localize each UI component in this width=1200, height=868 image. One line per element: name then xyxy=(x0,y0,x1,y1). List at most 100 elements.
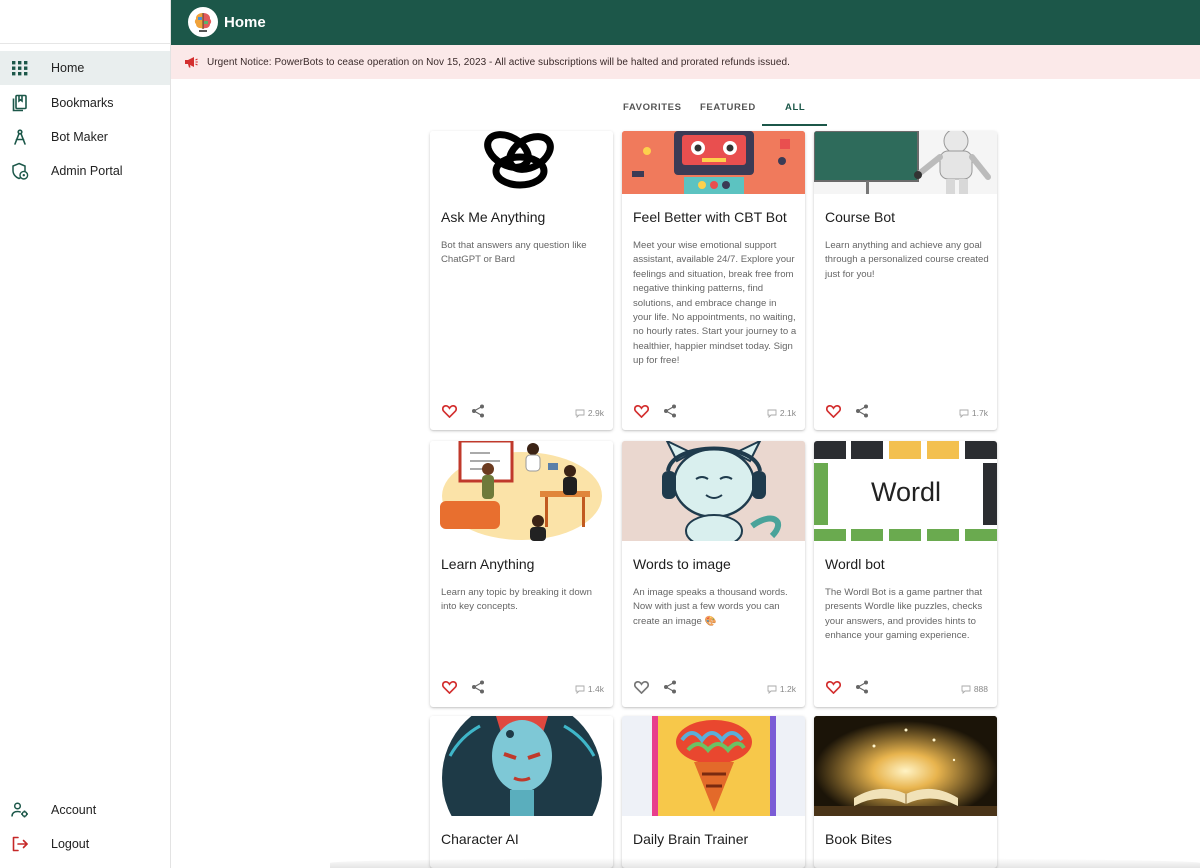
heart-filled-icon[interactable] xyxy=(442,680,457,694)
card-image xyxy=(622,131,805,194)
admin-icon xyxy=(12,162,29,180)
card-image xyxy=(430,441,613,541)
heart-filled-icon[interactable] xyxy=(442,404,457,418)
sidebar-item-logout[interactable]: Logout xyxy=(0,827,170,861)
tab-bar: FAVORITES FEATURED ALL xyxy=(0,96,1200,126)
card-description: An image speaks a thousand words. Now wi… xyxy=(633,587,788,627)
chat-count-value: 888 xyxy=(973,684,988,694)
people-learning-image xyxy=(430,441,613,541)
card-image: Wordl xyxy=(814,441,997,541)
chat-count-value: 1.2k xyxy=(779,684,796,694)
bot-card-words-to-image[interactable]: Words to image An image speaks a thousan… xyxy=(622,441,805,707)
share-icon[interactable] xyxy=(471,680,485,694)
share-icon[interactable] xyxy=(663,404,677,418)
card-title: Ask Me Anything xyxy=(441,209,546,225)
chat-bubble-icon xyxy=(767,685,777,694)
sidebar-item-label: Logout xyxy=(51,837,90,851)
chat-count: 1.4k xyxy=(575,684,604,694)
sidebar: Home Bookmarks Bot Maker Admin Portal Ac… xyxy=(0,0,171,868)
tab-featured[interactable]: FEATURED xyxy=(700,102,756,113)
glowing-book-image xyxy=(814,716,997,816)
share-icon[interactable] xyxy=(855,404,869,418)
card-image xyxy=(430,131,613,194)
card-description: Learn any topic by breaking it down into… xyxy=(441,587,592,613)
bot-card-book-bites[interactable]: Book Bites xyxy=(814,716,997,868)
wordl-tiles-image: Wordl xyxy=(814,441,997,541)
heart-filled-icon[interactable] xyxy=(634,404,649,418)
chat-bubble-icon xyxy=(767,409,777,418)
card-title: Character AI xyxy=(441,831,519,847)
chat-bubble-icon xyxy=(575,685,585,694)
robot-illustration-image xyxy=(622,131,805,194)
chat-count: 1.2k xyxy=(767,684,796,694)
card-description: The Wordl Bot is a game partner that pre… xyxy=(825,587,983,642)
card-image xyxy=(814,131,997,194)
chat-count: 888 xyxy=(961,684,988,694)
wordl-logo-text: Wordl xyxy=(871,477,941,507)
chat-bubble-icon xyxy=(959,409,969,418)
bot-card-daily-brain-trainer[interactable]: Daily Brain Trainer xyxy=(622,716,805,868)
card-description: Bot that answers any question like ChatG… xyxy=(441,240,587,266)
logout-icon xyxy=(12,836,28,852)
app-header: Home xyxy=(171,0,1200,45)
robot-chalkboard-image xyxy=(814,131,997,194)
sidebar-top xyxy=(0,0,170,44)
urgent-notice-banner: Urgent Notice: PowerBots to cease operat… xyxy=(171,45,1200,79)
chat-count-value: 1.7k xyxy=(971,408,988,418)
bot-card-ask-me-anything[interactable]: Ask Me Anything Bot that answers any que… xyxy=(430,131,613,430)
megaphone-icon xyxy=(185,57,198,68)
character-face-image xyxy=(430,716,613,816)
colorful-brain-image xyxy=(622,716,805,816)
share-icon[interactable] xyxy=(471,404,485,418)
chat-count: 1.7k xyxy=(959,408,988,418)
heart-outline-icon[interactable] xyxy=(634,680,649,694)
sidebar-item-label: Home xyxy=(51,61,85,75)
tab-favorites[interactable]: FAVORITES xyxy=(623,102,682,113)
bot-card-cbt[interactable]: Feel Better with CBT Bot Meet your wise … xyxy=(622,131,805,430)
scroll-fade xyxy=(330,858,1200,868)
card-title: Learn Anything xyxy=(441,556,535,572)
card-title: Course Bot xyxy=(825,209,896,225)
sidebar-item-label: Account xyxy=(51,803,97,817)
tab-active-indicator xyxy=(762,124,827,126)
page-title: Home xyxy=(224,14,266,31)
chat-count-value: 2.1k xyxy=(779,408,796,418)
chat-count-value: 1.4k xyxy=(587,684,604,694)
card-image xyxy=(622,716,805,816)
tab-all[interactable]: ALL xyxy=(785,102,805,113)
notice-text: Urgent Notice: PowerBots to cease operat… xyxy=(207,57,790,68)
card-title: Daily Brain Trainer xyxy=(633,831,749,847)
sidebar-item-admin-portal[interactable]: Admin Portal xyxy=(0,154,170,188)
grid-icon xyxy=(12,61,28,76)
share-icon[interactable] xyxy=(663,680,677,694)
bot-card-wordl-bot[interactable]: Wordl Wordl bot The Wordl Bot is a game … xyxy=(814,441,997,707)
app-logo[interactable] xyxy=(188,7,218,37)
card-description: Meet your wise emotional support assista… xyxy=(633,240,797,367)
compass-icon xyxy=(14,129,26,145)
bot-card-course-bot[interactable]: Course Bot Learn anything and achieve an… xyxy=(814,131,997,430)
sidebar-item-label: Admin Portal xyxy=(51,164,123,178)
chat-bubble-icon xyxy=(575,409,585,418)
card-image xyxy=(622,441,805,541)
sidebar-item-account[interactable]: Account xyxy=(0,793,170,827)
card-title: Book Bites xyxy=(825,831,892,847)
card-image xyxy=(430,716,613,816)
share-icon[interactable] xyxy=(855,680,869,694)
card-title: Words to image xyxy=(633,556,731,572)
chat-count: 2.1k xyxy=(767,408,796,418)
heart-filled-icon[interactable] xyxy=(826,404,841,418)
account-icon xyxy=(11,802,28,818)
sidebar-item-label: Bot Maker xyxy=(51,130,108,144)
bot-card-character-ai[interactable]: Character AI xyxy=(430,716,613,868)
bot-card-learn-anything[interactable]: Learn Anything Learn any topic by breaki… xyxy=(430,441,613,707)
card-image xyxy=(814,716,997,816)
dragon-headphones-image xyxy=(622,441,805,541)
brain-logo-icon xyxy=(190,9,216,35)
card-title: Feel Better with CBT Bot xyxy=(633,209,787,225)
card-description: Learn anything and achieve any goal thro… xyxy=(825,240,989,280)
sidebar-item-home[interactable]: Home xyxy=(0,51,170,85)
heart-filled-icon[interactable] xyxy=(826,680,841,694)
chat-count: 2.9k xyxy=(575,408,604,418)
chat-bubble-icon xyxy=(961,685,971,694)
card-title: Wordl bot xyxy=(825,556,885,572)
